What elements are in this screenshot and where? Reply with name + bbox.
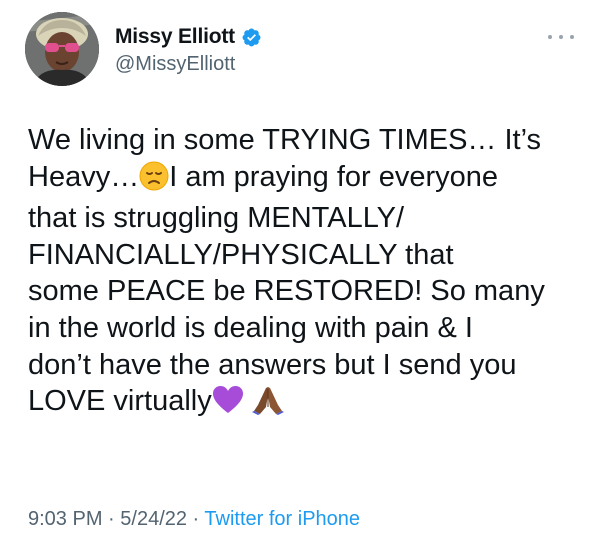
folded-hands-emoji-icon (251, 385, 284, 425)
more-options-icon[interactable] (548, 30, 574, 44)
avatar[interactable] (25, 12, 99, 86)
tweet-line: don’t have the answers but I send you (28, 348, 517, 381)
tweet-line: We living in some TRYING TIMES… It’s (28, 124, 542, 156)
avatar-image (25, 12, 99, 86)
tweet-card: Missy Elliott @MissyElliott We living in… (0, 0, 595, 547)
tweet-text: We living in some TRYING TIMES… It’s Hea… (28, 122, 588, 425)
tweet-date[interactable]: 5/24/22 (120, 508, 187, 530)
tweet-line: LOVE virtually (28, 385, 212, 418)
tweet-line: I am praying for everyone (169, 160, 499, 193)
tweet-line: that is struggling MENTALLY/ (28, 202, 405, 235)
verified-badge-icon (241, 27, 262, 48)
display-name[interactable]: Missy Elliott (115, 25, 235, 49)
tweet-line: some PEACE be RESTORED! So many (28, 275, 545, 308)
tweet-line: FINANCIALLY/PHYSICALLY that (28, 238, 454, 271)
meta-separator: · (187, 508, 205, 530)
disappointed-face-emoji-icon (139, 161, 169, 201)
purple-heart-emoji-icon (212, 385, 244, 425)
tweet-source-link[interactable]: Twitter for iPhone (204, 508, 360, 530)
tweet-line: in the world is dealing with pain & I (28, 311, 473, 344)
meta-separator: · (102, 508, 121, 530)
tweet-metadata: 9:03 PM · 5/24/22 · Twitter for iPhone (28, 508, 360, 531)
tweet-time[interactable]: 9:03 PM (28, 508, 102, 530)
name-row: Missy Elliott (115, 24, 262, 50)
tweet-author: Missy Elliott @MissyElliott (115, 24, 262, 76)
user-handle[interactable]: @MissyElliott (115, 53, 262, 76)
tweet-line: Heavy… (28, 160, 140, 193)
